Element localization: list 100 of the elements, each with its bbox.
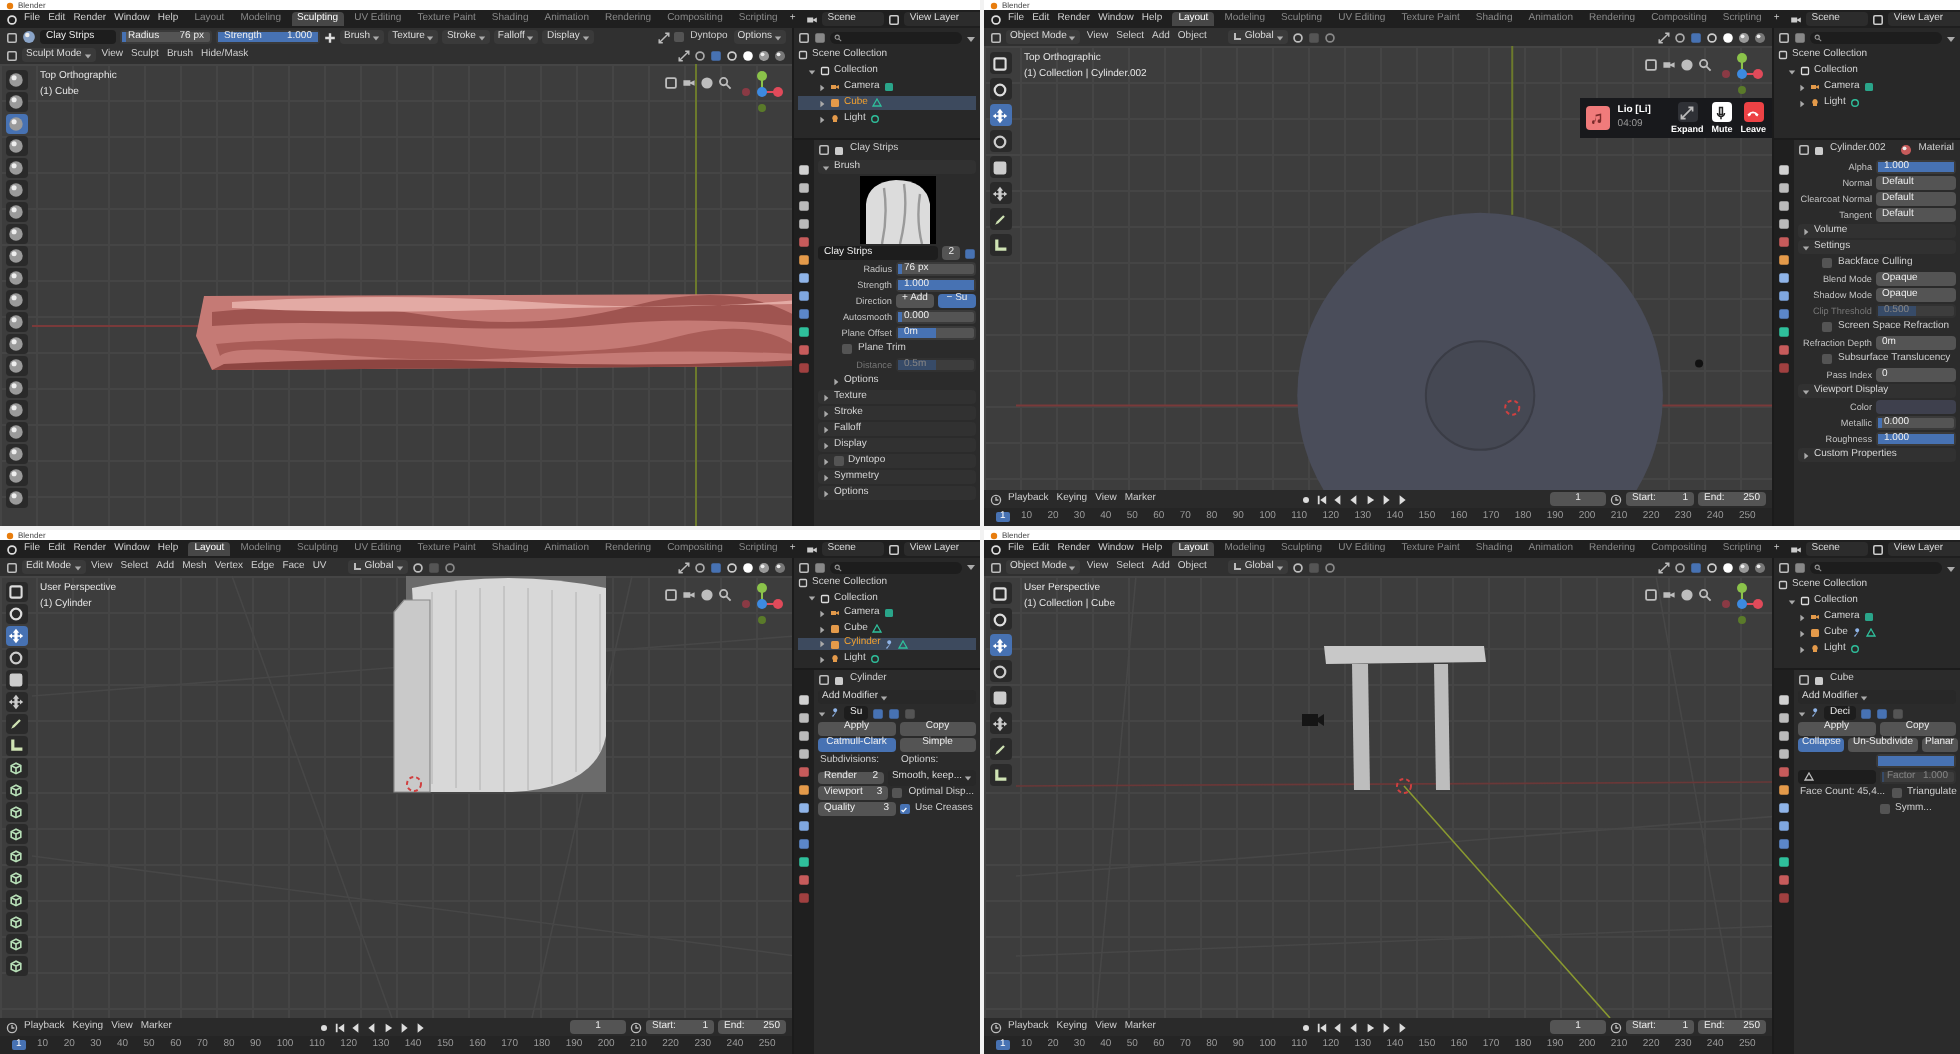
filter-icon[interactable] [1946,33,1956,43]
filter-icon[interactable] [966,33,976,43]
camera-toggle-icon[interactable] [872,707,885,719]
tool-button[interactable] [5,400,27,420]
tool-button[interactable] [5,912,27,932]
tool-button[interactable] [5,290,27,310]
editor-type-icon[interactable] [818,144,830,156]
expand-arrow-icon[interactable] [1798,613,1806,621]
tool-button[interactable] [5,378,27,398]
tool-button[interactable] [5,736,27,756]
tool-button[interactable] [989,608,1011,630]
checkbox[interactable] [1822,322,1832,332]
search-field[interactable] [1810,562,1942,574]
checkbox[interactable] [1822,354,1832,364]
zoom-icon[interactable] [1698,58,1712,72]
editor-type-icon[interactable] [1778,32,1790,44]
expand-arrow-icon[interactable] [818,640,826,649]
record-icon[interactable] [1299,1021,1312,1033]
tool-button[interactable] [5,758,27,778]
clock-icon[interactable] [1610,1021,1622,1033]
tool-button[interactable] [5,422,27,442]
add-icon[interactable] [324,31,336,43]
checkbox[interactable] [1891,788,1902,798]
solid-shading-icon[interactable] [1722,31,1734,43]
tool-button[interactable] [5,714,27,734]
tool-button[interactable] [989,686,1011,708]
expand-arrow-icon[interactable] [1788,67,1796,75]
editor-type-icon[interactable] [818,674,830,686]
editor-type-icon[interactable] [1798,144,1810,156]
tool-button[interactable] [989,582,1011,604]
wireframe-shading-icon[interactable] [1706,561,1718,573]
tool-button[interactable] [5,604,27,624]
camera-view-icon[interactable] [1662,58,1676,72]
checkbox[interactable] [892,788,903,798]
tool-button[interactable] [5,268,27,288]
solid-shading-icon[interactable] [742,49,754,61]
tool-button[interactable] [5,890,27,910]
view-layer-icon[interactable] [1871,543,1884,555]
record-icon[interactable] [1299,493,1312,505]
tool-button[interactable] [5,246,27,266]
proportional-edit-icon[interactable] [1323,31,1336,43]
clock-icon[interactable] [1610,493,1622,505]
pivot-icon[interactable] [1291,31,1304,43]
expand-arrow-icon[interactable] [808,67,816,75]
zoom-icon[interactable] [1698,588,1712,602]
filter-icon[interactable] [1946,563,1956,573]
tool-button[interactable] [5,488,27,508]
checkbox[interactable] [1822,258,1832,268]
tool-button[interactable] [5,158,27,178]
zoom-icon[interactable] [718,76,732,90]
filter-icon[interactable] [966,562,976,573]
gizmo-toggle-icon[interactable] [678,49,690,61]
display-toggle-icon[interactable] [888,707,901,719]
editor-type-icon[interactable] [1798,674,1810,686]
tool-button[interactable] [989,52,1011,74]
camera-toggle-icon[interactable] [1860,707,1873,719]
tool-button[interactable] [5,670,27,690]
tool-button[interactable] [5,70,27,90]
checkbox[interactable] [674,32,685,42]
tool-button[interactable] [5,202,27,222]
tool-button[interactable] [5,466,27,486]
xray-toggle-icon[interactable] [710,561,722,573]
tool-button[interactable] [5,180,27,200]
checkbox[interactable] [842,344,852,354]
expand-arrow-icon[interactable] [818,99,826,107]
tool-button[interactable] [989,104,1011,126]
camera-view-icon[interactable] [682,588,696,602]
rendered-shading-icon[interactable] [1754,561,1766,573]
tool-button[interactable] [5,312,27,332]
tool-button[interactable] [989,78,1011,100]
tool-button[interactable] [5,934,27,954]
pivot-icon[interactable] [411,561,424,573]
tool-button[interactable] [989,234,1011,256]
tool-button[interactable] [5,444,27,464]
editor-type-icon[interactable] [798,561,810,574]
grid-view-icon[interactable] [1644,588,1658,602]
expand-arrow-icon[interactable] [818,115,826,123]
tool-button[interactable] [5,648,27,668]
tool-button[interactable] [5,224,27,244]
tool-button[interactable] [989,208,1011,230]
zoom-icon[interactable] [718,588,732,602]
expand-arrow-icon[interactable] [1798,99,1806,107]
tool-button[interactable] [5,356,27,376]
display-mode-icon[interactable] [814,32,826,44]
view-layer-icon[interactable] [1871,13,1884,25]
grid-view-icon[interactable] [1644,58,1658,72]
tool-button[interactable] [5,802,27,822]
search-field[interactable] [830,32,962,44]
checkbox[interactable] [834,456,844,466]
tool-button[interactable] [989,182,1011,204]
pan-hand-icon[interactable] [700,76,714,90]
editor-type-icon[interactable] [990,31,1002,43]
shield-icon[interactable] [964,247,976,259]
pan-hand-icon[interactable] [700,588,714,602]
expand-arrow-icon[interactable] [818,655,826,664]
grid-view-icon[interactable] [664,76,678,90]
editor-type-icon[interactable] [990,493,1002,505]
tool-button[interactable] [989,634,1011,656]
record-icon[interactable] [317,1021,330,1033]
tool-button[interactable] [989,764,1011,786]
